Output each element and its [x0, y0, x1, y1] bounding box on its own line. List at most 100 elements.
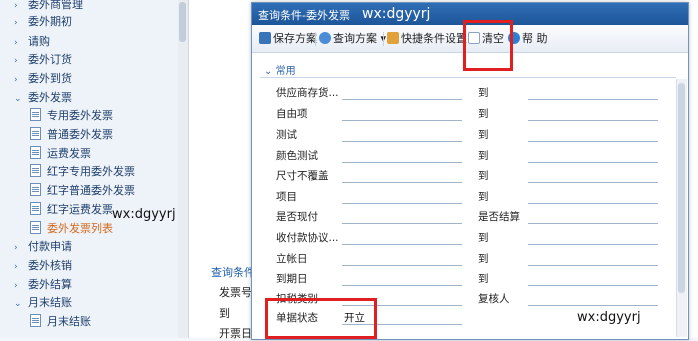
- sidebar-item-opening[interactable]: › 委外期初: [14, 13, 72, 31]
- chevron-down-icon: ⌄: [264, 66, 273, 77]
- sidebar-item-label: 委外订货: [28, 53, 72, 66]
- payment-agreement-from-field[interactable]: [342, 244, 462, 245]
- help-button[interactable]: 帮 助: [508, 31, 548, 47]
- due-date-from-field[interactable]: [342, 285, 462, 286]
- to-label: 到: [478, 108, 489, 120]
- sidebar-item-red-normal-invoice[interactable]: 红字普通委外发票: [30, 182, 135, 200]
- sidebar-item-label: 月末结账: [28, 296, 72, 309]
- to-label: 到: [478, 150, 489, 162]
- color-test-from-field[interactable]: [342, 162, 462, 163]
- section-title: 常用: [275, 66, 296, 77]
- scrollbar-thumb[interactable]: [678, 83, 685, 293]
- toolbar-divider: [383, 32, 384, 46]
- test-from-field[interactable]: [342, 141, 462, 142]
- sidebar-item-normal-invoice[interactable]: 普通委外发票: [30, 126, 113, 144]
- sidebar-item-month-end[interactable]: ⌄ 月末结账: [14, 294, 72, 312]
- sidebar-item-label: 月末结账: [47, 315, 91, 328]
- free-item-to-field[interactable]: [528, 120, 658, 121]
- document-icon: [30, 164, 41, 177]
- chevron-right-icon: ›: [14, 18, 18, 28]
- to-label: 到: [478, 191, 489, 203]
- field-label-supplier-stock: 供应商存货...: [276, 87, 339, 99]
- chevron-right-icon: ›: [14, 243, 18, 253]
- reviewer-field[interactable]: [528, 305, 658, 306]
- sidebar-item-invoice[interactable]: ⌄ 委外发票: [14, 89, 72, 107]
- field-label-account-date: 立帐日: [276, 253, 308, 265]
- payment-agreement-to-field[interactable]: [528, 244, 658, 245]
- dialog-watermark: wx:dgyyrj: [577, 310, 641, 325]
- help-label: 帮 助: [522, 32, 548, 45]
- invoice-no-label: 发票号: [219, 286, 252, 299]
- query-scheme-button[interactable]: 查询方案 ▾: [319, 31, 386, 47]
- to-label: 到: [478, 170, 489, 182]
- sidebar-item-writeoff[interactable]: › 委外核销: [14, 257, 72, 275]
- sidebar-item-order[interactable]: › 委外订货: [14, 51, 72, 69]
- sidebar-item-label: 委外核销: [28, 259, 72, 272]
- cash-payment-field[interactable]: [342, 223, 462, 224]
- free-item-from-field[interactable]: [342, 120, 462, 121]
- chevron-right-icon: ›: [14, 262, 18, 272]
- to-label: 到: [478, 273, 489, 285]
- chevron-right-icon: ›: [14, 38, 18, 48]
- color-test-to-field[interactable]: [528, 162, 658, 163]
- size-to-field[interactable]: [528, 182, 658, 183]
- sidebar-item-label: 请购: [28, 35, 50, 48]
- field-label-settled: 是否结算: [478, 211, 520, 223]
- supplier-stock-to-field[interactable]: [528, 99, 658, 100]
- sidebar-item-month-end-close[interactable]: 月末结账: [30, 313, 91, 331]
- sidebar-item-special-invoice[interactable]: 专用委外发票: [30, 107, 113, 125]
- title-watermark: wx:dgyyrj: [362, 6, 431, 22]
- account-date-from-field[interactable]: [342, 265, 462, 266]
- save-scheme-button[interactable]: 保存方案: [259, 31, 317, 47]
- document-icon: [30, 127, 41, 140]
- sidebar-item-label: 普通委外发票: [47, 128, 113, 141]
- settled-field[interactable]: [528, 223, 658, 224]
- sidebar-tree: › 委外商管理 › 委外期初 › 请购 › 委外订货 › 委外到货 ⌄ 委外发票 专用委外发…: [0, 0, 179, 338]
- save-scheme-label: 保存方案: [273, 32, 317, 45]
- scrollbar-thumb[interactable]: [179, 2, 186, 42]
- sidebar-item-red-freight-invoice[interactable]: 红字运费发票: [30, 201, 113, 219]
- supplier-stock-from-field[interactable]: [342, 99, 462, 100]
- shortcut-settings-button[interactable]: 快捷条件设置: [387, 31, 467, 47]
- to-label: 到: [478, 87, 489, 99]
- dialog-scrollbar[interactable]: [676, 79, 687, 337]
- project-to-field[interactable]: [528, 203, 658, 204]
- sidebar-item-invoice-list[interactable]: 委外发票列表: [30, 220, 113, 238]
- sidebar-item-label: 委外结算: [28, 278, 72, 291]
- field-label-reviewer: 复核人: [478, 293, 510, 305]
- project-from-field[interactable]: [342, 203, 462, 204]
- test-to-field[interactable]: [528, 141, 658, 142]
- account-date-to-field[interactable]: [528, 265, 658, 266]
- sidebar-watermark: wx:dgyyrj: [112, 207, 176, 222]
- sidebar-item-outsourcer-mgmt[interactable]: › 委外商管理: [14, 0, 83, 14]
- dialog-title: 查询条件-委外发票: [258, 9, 350, 22]
- chevron-right-icon: ›: [14, 56, 18, 66]
- sidebar-item-label: 委外期初: [28, 15, 72, 28]
- section-common-label: ⌄ 常用: [264, 62, 296, 77]
- chevron-right-icon: ›: [14, 281, 18, 291]
- sidebar-scrollbar[interactable]: [178, 0, 189, 338]
- chevron-down-icon: ⌄: [14, 299, 22, 309]
- save-icon: [259, 32, 271, 44]
- size-from-field[interactable]: [342, 182, 462, 183]
- field-label-color-test: 颜色测试: [276, 150, 318, 162]
- sidebar-item-settlement[interactable]: › 委外结算: [14, 276, 72, 294]
- sidebar-item-freight-invoice[interactable]: 运费发票: [30, 145, 91, 163]
- chevron-down-icon: ⌄: [14, 94, 22, 104]
- due-date-to-field[interactable]: [528, 285, 658, 286]
- sidebar-item-payment-request[interactable]: › 付款申请: [14, 238, 72, 256]
- field-label-cash-payment: 是否现付: [276, 211, 318, 223]
- sidebar-item-label: 运费发票: [47, 147, 91, 160]
- to-label: 到: [478, 129, 489, 141]
- query-condition-link[interactable]: 查询条件: [211, 264, 255, 280]
- sidebar-item-red-special-invoice[interactable]: 红字专用委外发票: [30, 163, 135, 181]
- document-icon: [30, 202, 41, 215]
- to-label: 到: [219, 307, 230, 320]
- sidebar-item-requisition[interactable]: › 请购: [14, 33, 50, 51]
- sidebar-item-label: 专用委外发票: [47, 109, 113, 122]
- sidebar-item-label: 红字普通委外发票: [47, 184, 135, 197]
- sidebar-item-label: 委外商管理: [28, 0, 83, 11]
- to-label: 到: [478, 253, 489, 265]
- shortcut-icon: [387, 32, 399, 44]
- sidebar-item-arrival[interactable]: › 委外到货: [14, 70, 72, 88]
